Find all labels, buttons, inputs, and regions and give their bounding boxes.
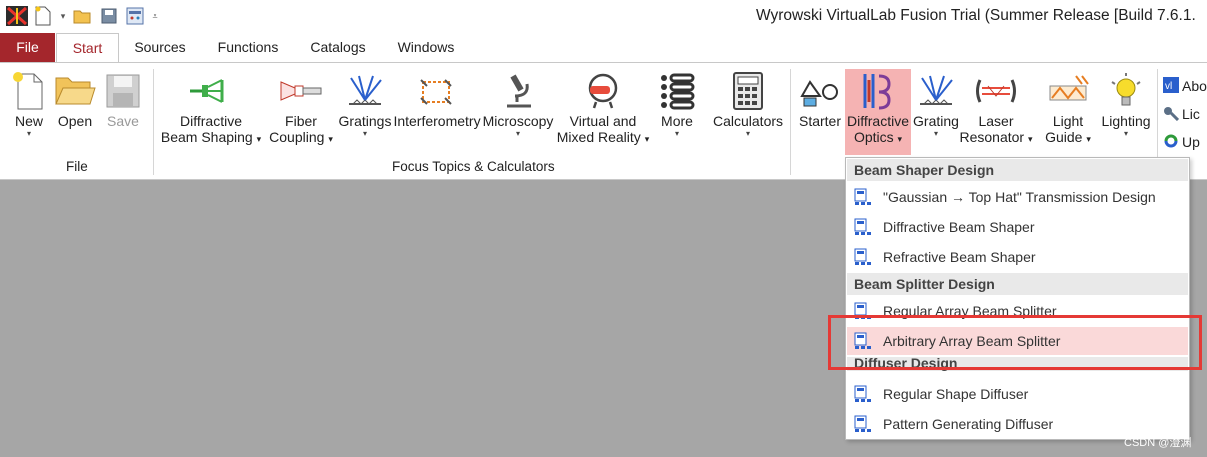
tab-file[interactable]: File [0, 33, 55, 62]
menu-section-header: Beam Shaper Design [847, 159, 1188, 181]
design-document-icon [853, 187, 873, 207]
group-separator [790, 69, 791, 175]
fiber-coupling-button[interactable]: Fiber Coupling ▾ [266, 69, 336, 155]
light-guide-icon [1044, 69, 1092, 113]
light-guide-button[interactable]: Light Guide ▾ [1040, 69, 1096, 155]
microscopy-button[interactable]: Microscopy ▾ [483, 69, 553, 155]
diffractive-optics-icon [854, 69, 902, 113]
chevron-down-icon: ▾ [362, 129, 367, 138]
starter-button[interactable]: Starter [797, 69, 843, 155]
beam-shaping-icon [187, 69, 235, 113]
menu-item-regular-shape-diffuser[interactable]: Regular Shape Diffuser [847, 380, 1188, 408]
chevron-down-icon: ▾ [26, 129, 31, 138]
app-logo-icon[interactable] [6, 5, 28, 27]
open-folder-icon [51, 69, 99, 113]
group-separator [153, 69, 154, 175]
diffractive-optics-menu: Beam Shaper Design "Gaussian → Top Hat" … [845, 157, 1190, 440]
tab-windows[interactable]: Windows [390, 33, 462, 62]
starter-shapes-icon [796, 69, 844, 113]
title-bar: ▾ ⩡ Wyrowski VirtualLab Fusion Trial (Su… [0, 0, 1207, 33]
window-title: Wyrowski VirtualLab Fusion Trial (Summer… [756, 7, 1196, 24]
gratings-button[interactable]: Gratings ▾ [338, 69, 392, 155]
menu-item-diffractive-beam-shaper[interactable]: Diffractive Beam Shaper [847, 213, 1188, 241]
fiber-coupling-icon [277, 69, 325, 113]
open-button[interactable]: Open [52, 69, 98, 155]
virtual-mixed-reality-button[interactable]: Virtual and Mixed Reality ▾ [556, 69, 650, 155]
design-document-icon [853, 414, 873, 434]
calculator-window-icon[interactable] [124, 5, 146, 27]
design-document-icon [853, 217, 873, 237]
new-document-icon[interactable] [32, 5, 54, 27]
save-disk-icon [99, 69, 147, 113]
tab-catalogs[interactable]: Catalogs [305, 33, 371, 62]
interferometry-icon [413, 69, 461, 113]
design-document-icon [853, 384, 873, 404]
customize-qat-icon[interactable]: ⩡ [150, 11, 160, 22]
calculators-button[interactable]: Calculators ▾ [712, 69, 784, 155]
calculator-icon [724, 69, 772, 113]
list-icon [653, 69, 701, 113]
quick-access-toolbar: ▾ ⩡ [6, 4, 160, 28]
menu-item-refractive-beam-shaper[interactable]: Refractive Beam Shaper [847, 243, 1188, 271]
update-arrows-icon [1163, 133, 1179, 152]
ribbon-tabs: File Start Sources Functions Catalogs Wi… [0, 33, 1207, 63]
grating-icon [912, 69, 960, 113]
new-dropdown-arrow[interactable]: ▾ [58, 11, 68, 22]
highlight-annotation-box [828, 315, 1202, 370]
menu-section-header: Beam Splitter Design [847, 273, 1188, 295]
svg-text:vl: vl [1165, 81, 1172, 92]
laser-resonator-icon [972, 69, 1020, 113]
design-document-icon [853, 247, 873, 267]
gratings-icon [341, 69, 389, 113]
vr-headset-icon [579, 69, 627, 113]
chevron-down-icon: ▾ [674, 129, 679, 138]
chevron-down-icon: ▾ [745, 129, 750, 138]
key-icon [1163, 105, 1180, 124]
grating-button[interactable]: Grating ▾ [913, 69, 959, 155]
lightbulb-icon [1102, 69, 1150, 113]
tab-sources[interactable]: Sources [128, 33, 192, 62]
microscope-icon [494, 69, 542, 113]
new-file-icon [5, 69, 53, 113]
tab-functions[interactable]: Functions [210, 33, 286, 62]
diffractive-optics-button[interactable]: Diffractive Optics ▾ [845, 69, 911, 155]
laser-resonator-button[interactable]: Laser Resonator ▾ [960, 69, 1033, 155]
new-button[interactable]: New ▾ [8, 69, 50, 155]
chevron-down-icon: ▾ [1123, 129, 1128, 138]
license-button[interactable]: Lic [1163, 103, 1207, 125]
update-button[interactable]: Up [1163, 131, 1207, 153]
interferometry-button[interactable]: Interferometry [393, 69, 481, 155]
tab-start[interactable]: Start [56, 33, 119, 63]
menu-item-gaussian-top-hat[interactable]: "Gaussian → Top Hat" Transmission Design [847, 183, 1188, 211]
about-button[interactable]: vl Abo [1163, 75, 1207, 97]
group-label-file: File [66, 159, 88, 174]
save-icon[interactable] [98, 5, 120, 27]
open-folder-icon[interactable] [72, 5, 94, 27]
group-label-focus-topics: Focus Topics & Calculators [392, 159, 555, 174]
save-button[interactable]: Save [100, 69, 146, 155]
chevron-down-icon: ▾ [933, 129, 938, 138]
watermark: CSDN @澄渊 [1124, 437, 1192, 449]
lighting-button[interactable]: Lighting ▾ [1100, 69, 1152, 155]
chevron-down-icon: ▾ [515, 129, 520, 138]
more-button[interactable]: More ▾ [654, 69, 700, 155]
vl-logo-icon: vl [1163, 76, 1179, 96]
diffractive-beam-shaping-button[interactable]: Diffractive Beam Shaping ▾ [160, 69, 262, 155]
